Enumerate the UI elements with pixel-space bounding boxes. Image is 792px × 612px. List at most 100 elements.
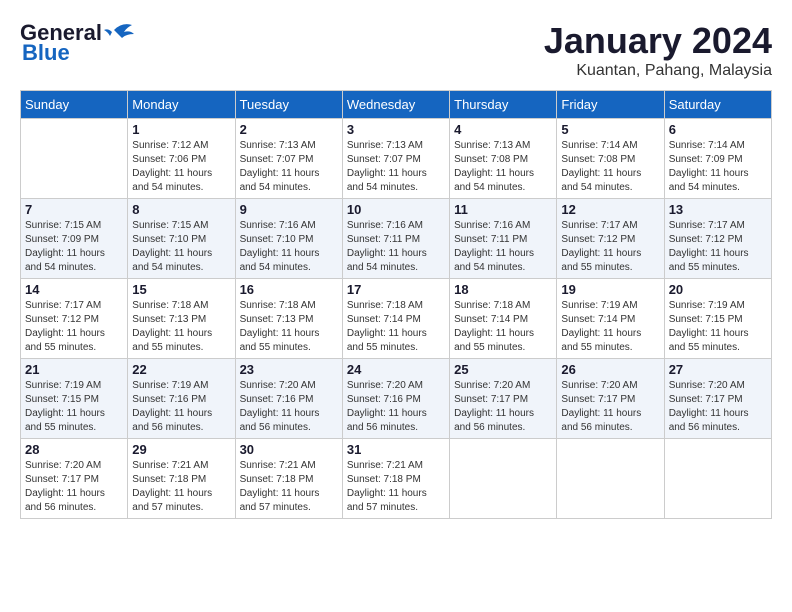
- weekday-header-tuesday: Tuesday: [235, 91, 342, 119]
- day-info: Sunrise: 7:17 AMSunset: 7:12 PMDaylight:…: [25, 299, 123, 355]
- weekday-header-wednesday: Wednesday: [342, 91, 449, 119]
- day-number: 19: [561, 282, 659, 297]
- day-cell: 10Sunrise: 7:16 AMSunset: 7:11 PMDayligh…: [342, 199, 449, 279]
- day-cell: 8 Sunrise: 7:15 AMSunset: 7:10 PMDaylight…: [128, 199, 235, 279]
- weekday-header-row: SundayMondayTuesdayWednesdayThursdayFrid…: [21, 91, 772, 119]
- weekday-header-thursday: Thursday: [450, 91, 557, 119]
- day-number: 18: [454, 282, 552, 297]
- day-info: Sunrise: 7:13 AMSunset: 7:07 PMDaylight:…: [240, 139, 338, 195]
- day-info: Sunrise: 7:14 AMSunset: 7:08 PMDaylight:…: [561, 139, 659, 195]
- day-cell: 28 Sunrise: 7:20 AMSunset: 7:17 PMDayligh…: [21, 439, 128, 519]
- day-info: Sunrise: 7:21 AMSunset: 7:18 PMDaylight:…: [132, 459, 230, 515]
- day-info: Sunrise: 7:20 AMSunset: 7:17 PMDaylight:…: [454, 379, 552, 435]
- day-cell: 2 Sunrise: 7:13 AMSunset: 7:07 PMDaylight…: [235, 119, 342, 199]
- day-number: 12: [561, 202, 659, 217]
- day-info: Sunrise: 7:19 AMSunset: 7:14 PMDaylight:…: [561, 299, 659, 355]
- day-cell: 4Sunrise: 7:13 AMSunset: 7:08 PMDaylight…: [450, 119, 557, 199]
- day-number: 2: [240, 122, 338, 137]
- day-number: 21: [25, 362, 123, 377]
- day-info: Sunrise: 7:19 AMSunset: 7:15 PMDaylight:…: [25, 379, 123, 435]
- logo-bird-icon: [104, 20, 134, 42]
- day-info: Sunrise: 7:20 AMSunset: 7:17 PMDaylight:…: [669, 379, 767, 435]
- day-number: 22: [132, 362, 230, 377]
- day-info: Sunrise: 7:19 AMSunset: 7:16 PMDaylight:…: [132, 379, 230, 435]
- weekday-header-saturday: Saturday: [664, 91, 771, 119]
- day-cell: [664, 439, 771, 519]
- day-cell: 11 Sunrise: 7:16 AMSunset: 7:11 PMDayligh…: [450, 199, 557, 279]
- calendar: SundayMondayTuesdayWednesdayThursdayFrid…: [20, 90, 772, 519]
- day-cell: [557, 439, 664, 519]
- day-info: Sunrise: 7:20 AMSunset: 7:17 PMDaylight:…: [561, 379, 659, 435]
- location: Kuantan, Pahang, Malaysia: [544, 62, 772, 80]
- day-number: 30: [240, 442, 338, 457]
- week-row-1: 1 Sunrise: 7:12 AMSunset: 7:06 PMDaylight…: [21, 119, 772, 199]
- day-number: 28: [25, 442, 123, 457]
- day-info: Sunrise: 7:15 AMSunset: 7:10 PMDaylight:…: [132, 219, 230, 275]
- day-cell: 1 Sunrise: 7:12 AMSunset: 7:06 PMDaylight…: [128, 119, 235, 199]
- day-info: Sunrise: 7:13 AMSunset: 7:08 PMDaylight:…: [454, 139, 552, 195]
- day-info: Sunrise: 7:17 AMSunset: 7:12 PMDaylight:…: [669, 219, 767, 275]
- day-number: 1: [132, 122, 230, 137]
- day-number: 24: [347, 362, 445, 377]
- day-number: 23: [240, 362, 338, 377]
- day-cell: 5 Sunrise: 7:14 AMSunset: 7:08 PMDaylight…: [557, 119, 664, 199]
- day-info: Sunrise: 7:17 AMSunset: 7:12 PMDaylight:…: [561, 219, 659, 275]
- week-row-4: 21 Sunrise: 7:19 AMSunset: 7:15 PMDayligh…: [21, 359, 772, 439]
- day-number: 13: [669, 202, 767, 217]
- day-number: 11: [454, 202, 552, 217]
- day-number: 8: [132, 202, 230, 217]
- day-number: 27: [669, 362, 767, 377]
- day-cell: 23 Sunrise: 7:20 AMSunset: 7:16 PMDayligh…: [235, 359, 342, 439]
- day-cell: 22 Sunrise: 7:19 AMSunset: 7:16 PMDayligh…: [128, 359, 235, 439]
- day-info: Sunrise: 7:16 AMSunset: 7:11 PMDaylight:…: [454, 219, 552, 275]
- day-number: 29: [132, 442, 230, 457]
- week-row-3: 14 Sunrise: 7:17 AMSunset: 7:12 PMDayligh…: [21, 279, 772, 359]
- day-info: Sunrise: 7:18 AMSunset: 7:14 PMDaylight:…: [454, 299, 552, 355]
- day-cell: 31Sunrise: 7:21 AMSunset: 7:18 PMDayligh…: [342, 439, 449, 519]
- day-cell: 15Sunrise: 7:18 AMSunset: 7:13 PMDayligh…: [128, 279, 235, 359]
- day-cell: 7 Sunrise: 7:15 AMSunset: 7:09 PMDaylight…: [21, 199, 128, 279]
- day-info: Sunrise: 7:20 AMSunset: 7:17 PMDaylight:…: [25, 459, 123, 515]
- day-number: 7: [25, 202, 123, 217]
- day-number: 9: [240, 202, 338, 217]
- day-number: 17: [347, 282, 445, 297]
- day-cell: [450, 439, 557, 519]
- weekday-header-sunday: Sunday: [21, 91, 128, 119]
- day-cell: 25Sunrise: 7:20 AMSunset: 7:17 PMDayligh…: [450, 359, 557, 439]
- day-info: Sunrise: 7:20 AMSunset: 7:16 PMDaylight:…: [240, 379, 338, 435]
- weekday-header-friday: Friday: [557, 91, 664, 119]
- day-number: 14: [25, 282, 123, 297]
- day-cell: 3Sunrise: 7:13 AMSunset: 7:07 PMDaylight…: [342, 119, 449, 199]
- day-info: Sunrise: 7:18 AMSunset: 7:14 PMDaylight:…: [347, 299, 445, 355]
- day-cell: 18 Sunrise: 7:18 AMSunset: 7:14 PMDayligh…: [450, 279, 557, 359]
- day-info: Sunrise: 7:21 AMSunset: 7:18 PMDaylight:…: [240, 459, 338, 515]
- day-info: Sunrise: 7:12 AMSunset: 7:06 PMDaylight:…: [132, 139, 230, 195]
- day-number: 16: [240, 282, 338, 297]
- day-cell: 29 Sunrise: 7:21 AMSunset: 7:18 PMDayligh…: [128, 439, 235, 519]
- day-number: 5: [561, 122, 659, 137]
- day-info: Sunrise: 7:14 AMSunset: 7:09 PMDaylight:…: [669, 139, 767, 195]
- day-info: Sunrise: 7:19 AMSunset: 7:15 PMDaylight:…: [669, 299, 767, 355]
- weekday-header-monday: Monday: [128, 91, 235, 119]
- day-info: Sunrise: 7:16 AMSunset: 7:10 PMDaylight:…: [240, 219, 338, 275]
- day-info: Sunrise: 7:15 AMSunset: 7:09 PMDaylight:…: [25, 219, 123, 275]
- day-number: 26: [561, 362, 659, 377]
- day-number: 10: [347, 202, 445, 217]
- month-title: January 2024: [544, 20, 772, 62]
- day-cell: 14 Sunrise: 7:17 AMSunset: 7:12 PMDayligh…: [21, 279, 128, 359]
- day-info: Sunrise: 7:18 AMSunset: 7:13 PMDaylight:…: [132, 299, 230, 355]
- day-cell: 6 Sunrise: 7:14 AMSunset: 7:09 PMDaylight…: [664, 119, 771, 199]
- logo-blue: Blue: [20, 40, 70, 66]
- day-cell: 19 Sunrise: 7:19 AMSunset: 7:14 PMDayligh…: [557, 279, 664, 359]
- day-cell: 27 Sunrise: 7:20 AMSunset: 7:17 PMDayligh…: [664, 359, 771, 439]
- day-number: 31: [347, 442, 445, 457]
- day-cell: 21 Sunrise: 7:19 AMSunset: 7:15 PMDayligh…: [21, 359, 128, 439]
- day-cell: [21, 119, 128, 199]
- week-row-2: 7 Sunrise: 7:15 AMSunset: 7:09 PMDaylight…: [21, 199, 772, 279]
- day-info: Sunrise: 7:18 AMSunset: 7:13 PMDaylight:…: [240, 299, 338, 355]
- day-cell: 20Sunrise: 7:19 AMSunset: 7:15 PMDayligh…: [664, 279, 771, 359]
- day-number: 6: [669, 122, 767, 137]
- title-area: January 2024 Kuantan, Pahang, Malaysia: [544, 20, 772, 80]
- day-cell: 17 Sunrise: 7:18 AMSunset: 7:14 PMDayligh…: [342, 279, 449, 359]
- logo: General Blue: [20, 20, 134, 66]
